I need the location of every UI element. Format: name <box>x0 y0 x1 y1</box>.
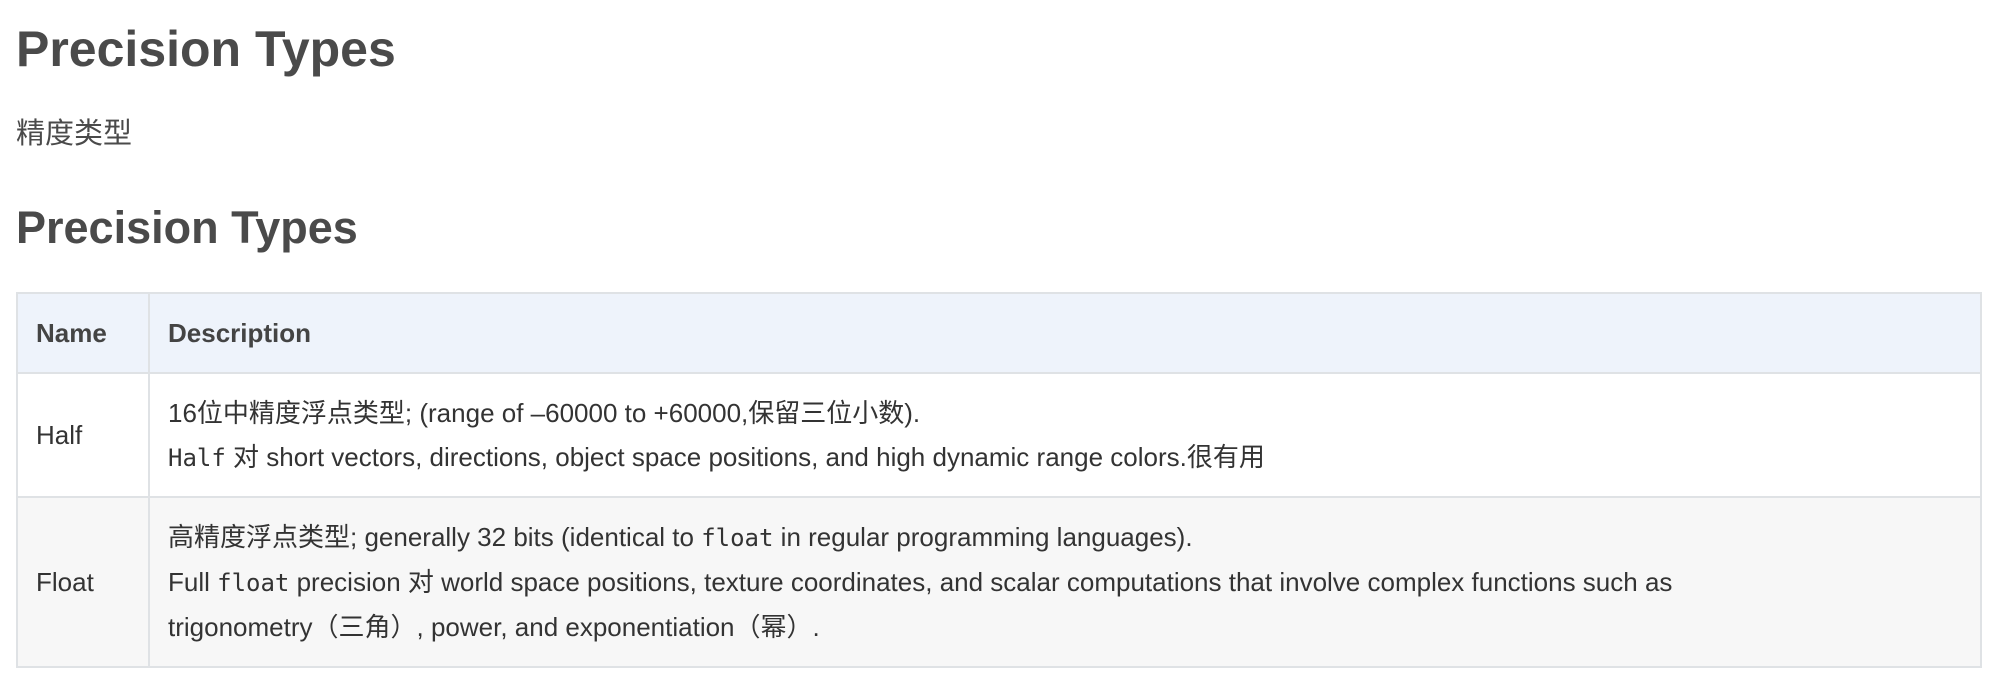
half-line-2-text: 对 short vectors, directions, object spac… <box>225 441 1265 472</box>
table-header-row: Name Description <box>16 292 1982 374</box>
half-description-line-2: Half 对 short vectors, directions, object… <box>168 435 1962 480</box>
header-description: Description <box>148 292 1982 374</box>
section-heading: Precision Types <box>16 202 358 253</box>
float-line-2-code: float <box>217 569 290 597</box>
float-description-line-1: 高精度浮点类型; generally 32 bits (identical to… <box>168 515 1962 560</box>
cell-description-float: 高精度浮点类型; generally 32 bits (identical to… <box>148 496 1982 668</box>
float-description-line-3: trigonometry（三角）, power, and exponentiat… <box>168 612 820 642</box>
table-row-half: Half 16位中精度浮点类型; (range of –60000 to +60… <box>16 372 1982 498</box>
float-line-1-code: float <box>701 524 774 552</box>
float-line-2-post: precision 对 world space positions, textu… <box>289 567 1673 597</box>
page-title: Precision Types <box>16 21 396 77</box>
header-name: Name <box>16 292 150 374</box>
document-page: Precision Types 精度类型 Precision Types Nam… <box>0 0 2000 676</box>
page-subtitle: 精度类型 <box>16 118 133 150</box>
cell-name-float: Float <box>16 496 150 668</box>
float-line-2-pre: Full <box>168 567 218 597</box>
table-row-float: Float 高精度浮点类型; generally 32 bits (identi… <box>16 496 1982 668</box>
float-line-1-post: in regular programming languages). <box>773 522 1193 552</box>
float-line-1-pre: 高精度浮点类型; generally 32 bits (identical to <box>168 522 702 552</box>
half-description-line-1: 16位中精度浮点类型; (range of –60000 to +60000,保… <box>168 397 921 428</box>
float-description-line-2: Full float precision 对 world space posit… <box>168 560 1962 605</box>
half-code-keyword: Half <box>168 443 226 472</box>
cell-name-half: Half <box>16 372 150 498</box>
cell-description-half: 16位中精度浮点类型; (range of –60000 to +60000,保… <box>148 372 1982 498</box>
precision-types-table: Name Description Half 16位中精度浮点类型; (range… <box>16 292 1982 668</box>
